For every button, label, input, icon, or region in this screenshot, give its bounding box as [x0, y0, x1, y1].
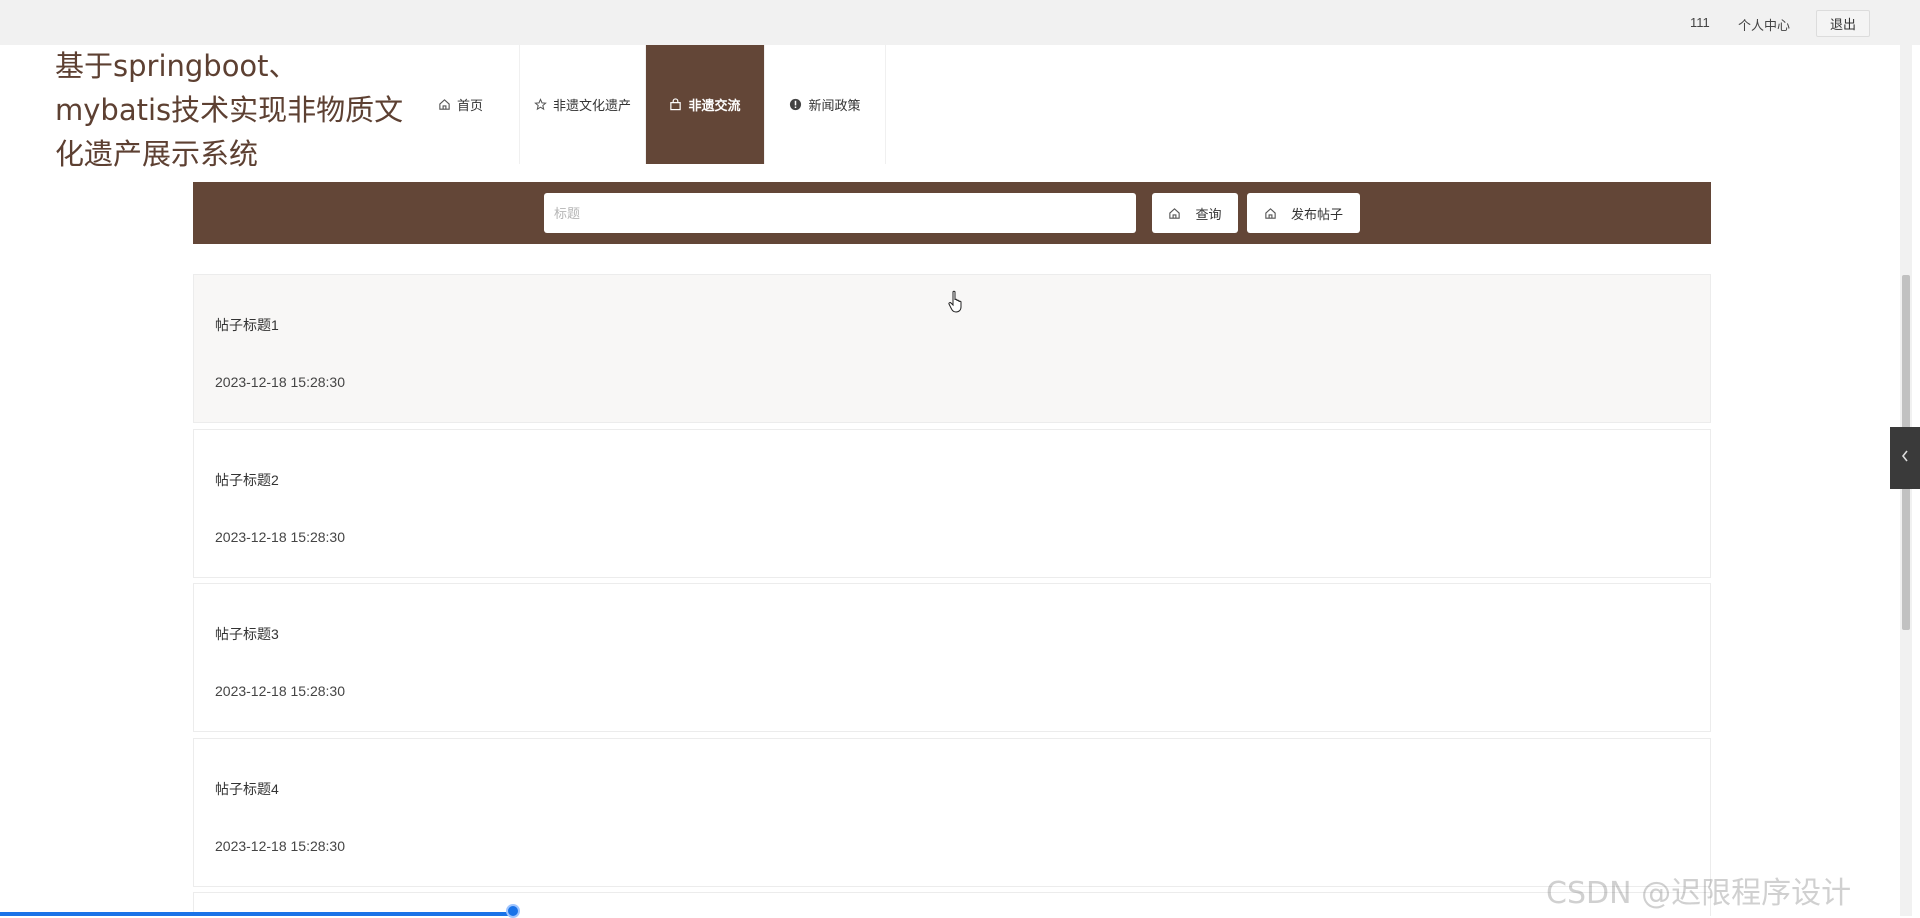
post-time: 2023-12-18 15:28:30 — [215, 683, 345, 699]
top-bar: 111 个人中心 退出 — [0, 0, 1920, 45]
list-item[interactable]: 帖子标题2 2023-12-18 15:28:30 — [193, 429, 1711, 578]
alert-icon — [789, 98, 802, 111]
post-time: 2023-12-18 15:28:30 — [215, 838, 345, 854]
home-icon — [438, 98, 451, 111]
list-item[interactable]: 帖子标题4 2023-12-18 15:28:30 — [193, 738, 1711, 887]
post-time: 2023-12-18 15:28:30 — [215, 374, 345, 390]
site-title: 基于springboot、mybatis技术实现非物质文化遗产展示系统 — [55, 49, 404, 171]
post-title: 帖子标题2 — [215, 472, 279, 488]
publish-post-button[interactable]: 发布帖子 — [1247, 193, 1360, 233]
search-input[interactable] — [544, 193, 1136, 233]
query-button-label: 查询 — [1195, 206, 1222, 222]
chevron-left-icon — [1900, 449, 1910, 468]
nav-item-label: 新闻政策 — [808, 98, 861, 113]
publish-post-button-label: 发布帖子 — [1290, 206, 1343, 222]
side-panel-toggle[interactable] — [1890, 427, 1920, 489]
progress-fill — [0, 912, 513, 916]
nav-item-label: 非遗交流 — [688, 98, 741, 113]
bag-icon — [669, 98, 682, 111]
watermark: CSDN @迟限程序设计 — [1546, 876, 1852, 911]
nav-item-home[interactable]: 首页 — [402, 45, 520, 164]
post-time: 2023-12-18 15:28:30 — [215, 529, 345, 545]
list-item[interactable]: 帖子标题3 2023-12-18 15:28:30 — [193, 583, 1711, 732]
search-bar: 查询 发布帖子 — [193, 182, 1711, 244]
nav-item-news[interactable]: 新闻政策 — [765, 45, 886, 164]
home-icon — [1264, 207, 1277, 220]
star-icon — [534, 98, 547, 111]
nav-item-label: 非遗文化遗产 — [552, 98, 631, 113]
user-center-link[interactable]: 个人中心 — [1738, 15, 1790, 34]
home-icon — [1168, 207, 1181, 220]
post-title: 帖子标题1 — [215, 317, 279, 333]
nav-item-heritage[interactable]: 非遗文化遗产 — [520, 45, 646, 164]
query-button[interactable]: 查询 — [1152, 193, 1238, 233]
post-title: 帖子标题4 — [215, 781, 279, 797]
logout-button[interactable]: 退出 — [1816, 10, 1870, 37]
hand-cursor-icon — [948, 290, 966, 319]
nav-item-exchange[interactable]: 非遗交流 — [646, 45, 765, 164]
username-label: 111 — [1690, 15, 1710, 30]
main-nav: 首页 非遗文化遗产 非遗交流 新闻政策 — [402, 45, 886, 164]
nav-item-label: 首页 — [456, 98, 483, 113]
post-title: 帖子标题3 — [215, 626, 279, 642]
